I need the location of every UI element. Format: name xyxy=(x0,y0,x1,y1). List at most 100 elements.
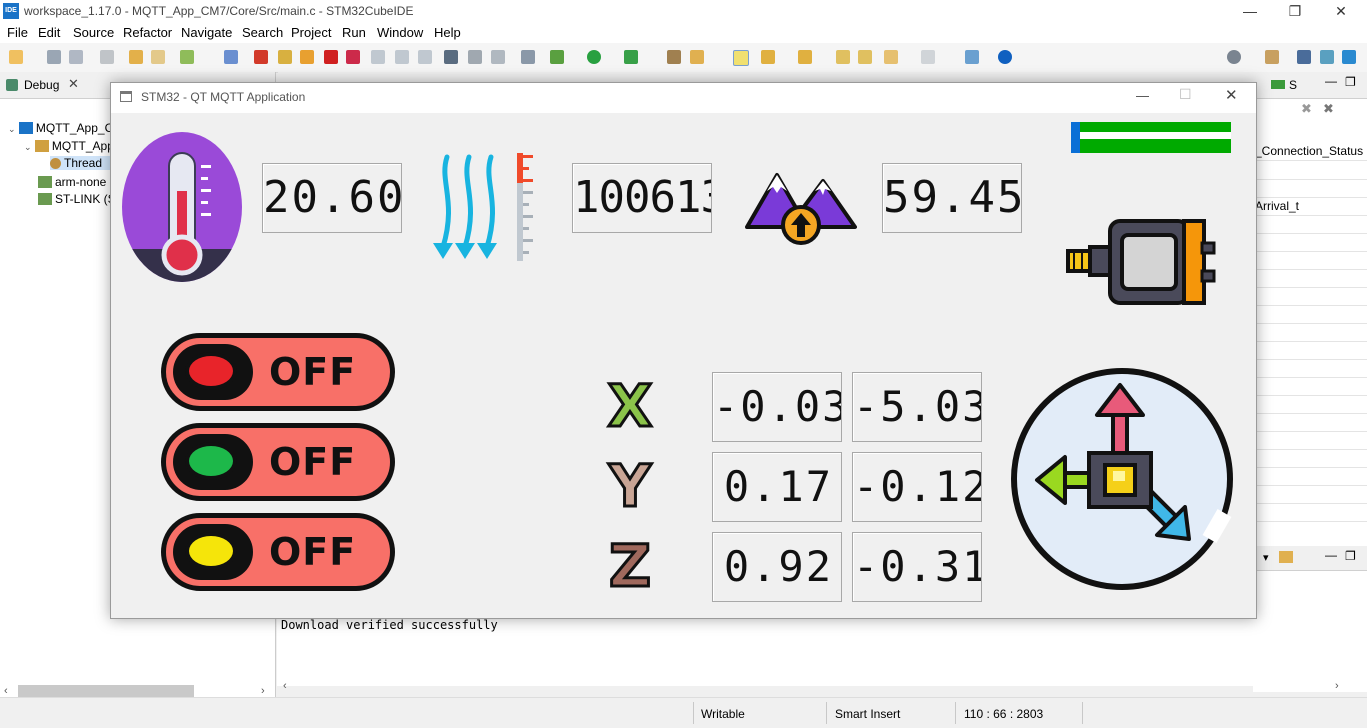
disconnect-icon[interactable] xyxy=(346,50,360,64)
app-maximize-button[interactable]: ☐ xyxy=(1179,86,1192,103)
scroll-right-icon[interactable]: › xyxy=(1335,680,1339,692)
scroll-left-icon[interactable]: ‹ xyxy=(4,685,14,697)
open-perspective-icon[interactable] xyxy=(1265,50,1279,64)
last-edit-icon[interactable] xyxy=(836,50,850,64)
minimize-console-icon[interactable]: — xyxy=(1325,548,1337,562)
search-icon[interactable] xyxy=(1227,50,1241,64)
new-icon[interactable] xyxy=(9,50,23,64)
right-tab-label[interactable]: S xyxy=(1289,78,1297,92)
mx-perspective-icon[interactable] xyxy=(1342,50,1356,64)
pin-editor-icon[interactable] xyxy=(965,50,979,64)
step-into-icon[interactable] xyxy=(371,50,385,64)
y-axis-icon: Y xyxy=(608,452,653,520)
drop-frame-icon[interactable] xyxy=(468,50,482,64)
forward-icon[interactable] xyxy=(921,50,935,64)
menu-help[interactable]: Help xyxy=(434,25,461,40)
maximize-view-icon[interactable]: ❐ xyxy=(1345,75,1356,89)
close-button[interactable]: ✕ xyxy=(1318,0,1364,22)
remove-icon[interactable]: ✖ xyxy=(1301,101,1312,117)
qt-app-window: STM32 - QT MQTT Application — ☐ ✕ 20.60 xyxy=(110,82,1257,619)
tree-item-gdb[interactable]: arm-none xyxy=(38,175,106,189)
step-over-icon[interactable] xyxy=(395,50,409,64)
console-output: Download verified successfully xyxy=(281,618,498,632)
stop-icon[interactable] xyxy=(324,50,338,64)
menu-navigate[interactable]: Navigate xyxy=(181,25,232,40)
instruction-step-icon[interactable] xyxy=(444,50,458,64)
menu-run[interactable]: Run xyxy=(342,25,366,40)
led3-state: OFF xyxy=(269,530,357,574)
window-app-icon xyxy=(120,91,132,102)
open-console-icon[interactable] xyxy=(1279,551,1293,563)
pressure-icon xyxy=(429,151,535,265)
suspend-icon[interactable] xyxy=(300,50,314,64)
tree-item-stlink[interactable]: ST-LINK (S xyxy=(38,192,116,206)
menu-file[interactable]: File xyxy=(7,25,28,40)
close-tab-icon[interactable]: ✕ xyxy=(68,76,79,92)
expression-row xyxy=(1253,413,1367,432)
undo-icon[interactable] xyxy=(129,50,143,64)
run-icon[interactable] xyxy=(587,50,601,64)
ide-titlebar: IDE workspace_1.17.0 - MQTT_App_CM7/Core… xyxy=(0,0,1367,22)
external-tools-icon[interactable] xyxy=(624,50,638,64)
redo-icon[interactable] xyxy=(151,50,165,64)
next-annotation-icon[interactable] xyxy=(761,50,775,64)
use-step-filters-icon[interactable] xyxy=(491,50,505,64)
menu-refactor[interactable]: Refactor xyxy=(123,25,172,40)
debug-view-icon xyxy=(6,79,18,91)
status-insert-mode: Smart Insert xyxy=(835,707,901,721)
expression-row xyxy=(1253,377,1367,396)
step-return-icon[interactable] xyxy=(418,50,432,64)
scroll-left-icon[interactable]: ‹ xyxy=(283,680,287,692)
expression-row[interactable]: _Connection_Status xyxy=(1253,142,1367,161)
expression-row xyxy=(1253,467,1367,486)
console-toolbar: ▾ — ❐ xyxy=(1253,546,1367,571)
debug-icon[interactable] xyxy=(550,50,564,64)
print-icon[interactable] xyxy=(100,50,114,64)
debug-search-icon[interactable] xyxy=(224,50,238,64)
previous-annotation-icon[interactable] xyxy=(798,50,812,64)
led3-toggle[interactable]: OFF xyxy=(161,513,395,593)
menu-source[interactable]: Source xyxy=(73,25,114,40)
scroll-right-icon[interactable]: › xyxy=(261,685,271,697)
maximize-button[interactable]: ❐ xyxy=(1272,0,1318,22)
expression-row[interactable]: Arrival_t xyxy=(1253,197,1367,216)
info-icon[interactable] xyxy=(998,50,1012,64)
hand-icon[interactable] xyxy=(521,50,535,64)
accelerometer-axes-icon xyxy=(1009,361,1235,593)
app-minimize-button[interactable]: — xyxy=(1136,88,1149,103)
maximize-console-icon[interactable]: ❐ xyxy=(1345,549,1356,563)
tree-item-app[interactable]: ⌄ MQTT_App xyxy=(24,139,114,153)
cc-perspective-icon[interactable] xyxy=(1297,50,1311,64)
back-icon[interactable] xyxy=(884,50,898,64)
expression-row xyxy=(1253,431,1367,450)
led2-state: OFF xyxy=(269,440,357,484)
open-type-icon[interactable] xyxy=(667,50,681,64)
tree-item-project[interactable]: ⌄ MQTT_App_C xyxy=(8,121,113,135)
resume-icon[interactable] xyxy=(278,50,292,64)
remove-all-icon[interactable]: ✖ xyxy=(1323,101,1334,117)
menu-search[interactable]: Search xyxy=(242,25,283,40)
debug-perspective-icon[interactable] xyxy=(1320,50,1334,64)
save-all-icon[interactable] xyxy=(69,50,83,64)
z-accel-display: 0.92 xyxy=(712,532,842,602)
menu-project[interactable]: Project xyxy=(291,25,331,40)
menu-edit[interactable]: Edit xyxy=(38,25,60,40)
menu-window[interactable]: Window xyxy=(377,25,423,40)
dropdown-icon[interactable]: ▾ xyxy=(1263,551,1269,564)
y-gyro-display: -0.12 xyxy=(852,452,982,522)
led2-toggle[interactable]: OFF xyxy=(161,423,395,503)
open-task-icon[interactable] xyxy=(690,50,704,64)
minimize-view-icon[interactable]: — xyxy=(1325,74,1337,88)
terminate-icon[interactable] xyxy=(254,50,268,64)
status-divider xyxy=(955,702,956,724)
minimize-button[interactable]: — xyxy=(1227,0,1273,22)
led1-toggle[interactable]: OFF xyxy=(161,333,395,413)
edit-forward-icon[interactable] xyxy=(858,50,872,64)
thread-icon xyxy=(50,158,61,169)
highlight-icon[interactable] xyxy=(733,50,749,66)
save-icon[interactable] xyxy=(47,50,61,64)
build-icon[interactable] xyxy=(180,50,194,64)
debug-tab-label[interactable]: Debug xyxy=(24,78,59,92)
application-icon xyxy=(34,140,49,152)
app-close-button[interactable]: ✕ xyxy=(1225,86,1238,104)
